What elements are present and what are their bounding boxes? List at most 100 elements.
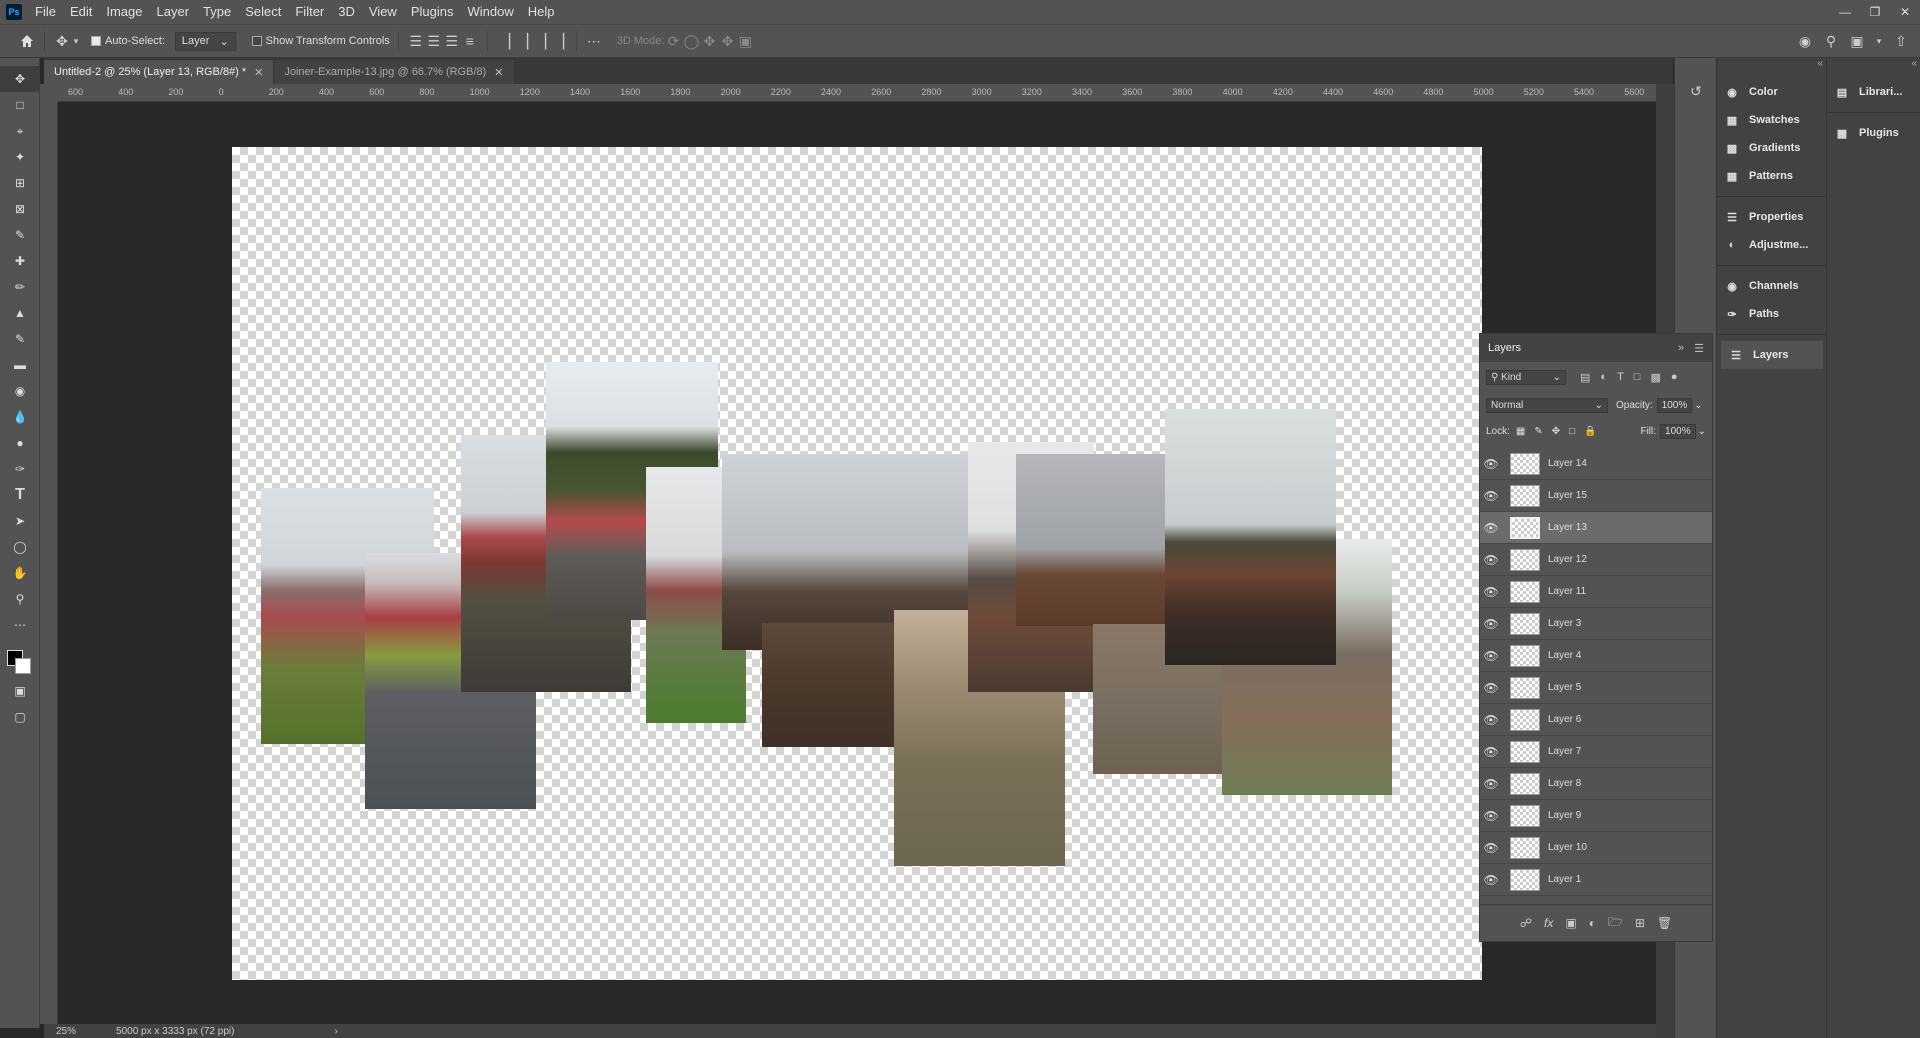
- tab-untitled-2[interactable]: Untitled-2 @ 25% (Layer 13, RGB/8#) * ✕: [44, 60, 274, 84]
- move-tool-icon[interactable]: ✥: [0, 66, 40, 92]
- menu-type[interactable]: Type: [196, 0, 238, 24]
- blur-tool-icon[interactable]: 💧: [0, 404, 40, 430]
- chevron-down-icon[interactable]: ▾: [71, 32, 81, 50]
- menu-filter[interactable]: Filter: [288, 0, 331, 24]
- eyedropper-tool-icon[interactable]: ✎: [0, 222, 40, 248]
- eraser-tool-icon[interactable]: ▬: [0, 352, 40, 378]
- delete-layer-icon[interactable]: 🗑: [1657, 916, 1672, 930]
- collapse-icon[interactable]: «: [1827, 58, 1920, 78]
- lock-pixels-icon[interactable]: ✎: [1534, 426, 1542, 437]
- layer-photo[interactable]: [1165, 409, 1336, 665]
- show-transform-checkbox[interactable]: Show Transform Controls: [251, 35, 390, 47]
- layer-row[interactable]: 👁 Layer 12: [1480, 544, 1712, 576]
- dodge-tool-icon[interactable]: ●: [0, 430, 40, 456]
- layer-row[interactable]: 👁 Layer 15: [1480, 480, 1712, 512]
- visibility-eye-icon[interactable]: 👁: [1480, 617, 1502, 631]
- magic-wand-tool-icon[interactable]: ✦: [0, 144, 40, 170]
- expand-icon[interactable]: »: [1678, 342, 1684, 355]
- layer-row[interactable]: 👁 Layer 4: [1480, 640, 1712, 672]
- filter-adjustment-icon[interactable]: ◐: [1600, 371, 1607, 384]
- layer-thumbnail[interactable]: [1510, 484, 1540, 507]
- slide-3d-icon[interactable]: ✥: [718, 32, 736, 50]
- menu-layer[interactable]: Layer: [150, 0, 197, 24]
- filter-smart-object-icon[interactable]: ▩: [1650, 371, 1660, 384]
- pen-tool-icon[interactable]: ✑: [0, 456, 40, 482]
- more-options-icon[interactable]: ⋯: [585, 32, 603, 50]
- brush-tool-icon[interactable]: ✏: [0, 274, 40, 300]
- layer-thumbnail[interactable]: [1510, 580, 1540, 603]
- panel-patterns[interactable]: ▦ Patterns: [1717, 162, 1827, 190]
- lock-artboard-icon[interactable]: □: [1569, 426, 1575, 437]
- layer-thumbnail[interactable]: [1510, 804, 1540, 827]
- layer-filter-dropdown[interactable]: ⚲ Kind ⌄: [1486, 369, 1566, 385]
- align-middle-icon[interactable]: ▕: [514, 32, 532, 50]
- filter-toggle-icon[interactable]: ●: [1671, 371, 1678, 384]
- layer-row[interactable]: 👁 Layer 8: [1480, 768, 1712, 800]
- history-brush-tool-icon[interactable]: ✎: [0, 326, 40, 352]
- layer-name[interactable]: Layer 9: [1548, 810, 1581, 821]
- layer-photo[interactable]: [1016, 454, 1166, 626]
- menu-view[interactable]: View: [362, 0, 404, 24]
- align-right-icon[interactable]: ☰: [443, 32, 461, 50]
- layer-row[interactable]: 👁 Layer 6: [1480, 704, 1712, 736]
- layer-row[interactable]: 👁 Layer 3: [1480, 608, 1712, 640]
- background-color-swatch[interactable]: [15, 658, 31, 674]
- menu-window[interactable]: Window: [460, 0, 520, 24]
- layer-name[interactable]: Layer 1: [1548, 874, 1581, 885]
- close-icon[interactable]: ✕: [254, 66, 263, 79]
- zoom-tool-icon[interactable]: ⚲: [0, 586, 40, 612]
- restore-icon[interactable]: ❐: [1860, 0, 1890, 24]
- marquee-tool-icon[interactable]: □: [0, 92, 40, 118]
- fill-input[interactable]: 100%: [1660, 423, 1696, 439]
- layer-row[interactable]: 👁 Layer 5: [1480, 672, 1712, 704]
- layer-row[interactable]: 👁 Layer 14: [1480, 448, 1712, 480]
- visibility-eye-icon[interactable]: 👁: [1480, 745, 1502, 759]
- panel-swatches[interactable]: ▦ Swatches: [1717, 106, 1827, 134]
- panel-properties[interactable]: ☰ Properties: [1717, 203, 1827, 231]
- layer-thumbnail[interactable]: [1510, 612, 1540, 635]
- layer-row[interactable]: 👁 Layer 9: [1480, 800, 1712, 832]
- fill-chevron-icon[interactable]: ⌄: [1698, 426, 1706, 437]
- learn-icon[interactable]: ◉: [1796, 32, 1814, 50]
- filter-pixel-icon[interactable]: ▤: [1580, 371, 1590, 384]
- link-layers-icon[interactable]: ☍: [1520, 916, 1532, 930]
- vertical-ruler[interactable]: [40, 102, 58, 1024]
- ellipse-tool-icon[interactable]: ◯: [0, 534, 40, 560]
- menu-help[interactable]: Help: [521, 0, 562, 24]
- share-icon[interactable]: ⇧: [1892, 32, 1910, 50]
- align-center-icon[interactable]: ☰: [425, 32, 443, 50]
- healing-brush-tool-icon[interactable]: ✚: [0, 248, 40, 274]
- collapse-icon[interactable]: «: [1717, 58, 1827, 78]
- align-bottom-icon[interactable]: ▕: [532, 32, 550, 50]
- layer-row[interactable]: 👁 Layer 7: [1480, 736, 1712, 768]
- filter-shape-icon[interactable]: □: [1634, 371, 1641, 384]
- menu-select[interactable]: Select: [238, 0, 288, 24]
- history-icon[interactable]: ↺: [1687, 82, 1705, 100]
- screen-mode-icon[interactable]: ▢: [0, 704, 40, 730]
- quick-mask-icon[interactable]: ▣: [0, 678, 40, 704]
- auto-select-dropdown[interactable]: Layer ⌄: [174, 31, 236, 51]
- layer-name[interactable]: Layer 4: [1548, 650, 1581, 661]
- layer-thumbnail[interactable]: [1510, 644, 1540, 667]
- layer-name[interactable]: Layer 11: [1548, 586, 1586, 597]
- opacity-input[interactable]: 100%: [1656, 397, 1693, 413]
- document-canvas[interactable]: [232, 147, 1482, 980]
- layer-row[interactable]: 👁 Layer 11: [1480, 576, 1712, 608]
- workspace-icon[interactable]: ▣: [1848, 32, 1866, 50]
- paint-bucket-tool-icon[interactable]: ◉: [0, 378, 40, 404]
- pan-3d-icon[interactable]: ✥: [700, 32, 718, 50]
- visibility-eye-icon[interactable]: 👁: [1480, 841, 1502, 855]
- panel-layers[interactable]: ☰ Layers: [1721, 341, 1823, 369]
- visibility-eye-icon[interactable]: 👁: [1480, 681, 1502, 695]
- new-layer-icon[interactable]: ⊞: [1635, 916, 1645, 930]
- layer-thumbnail[interactable]: [1510, 548, 1540, 571]
- visibility-eye-icon[interactable]: 👁: [1480, 457, 1502, 471]
- lock-all-icon[interactable]: 🔒: [1584, 426, 1596, 437]
- panel-adjustments[interactable]: ◐ Adjustme...: [1717, 231, 1827, 259]
- minimize-icon[interactable]: —: [1830, 0, 1860, 24]
- layer-name[interactable]: Layer 13: [1548, 522, 1587, 533]
- status-arrow-icon[interactable]: ›: [334, 1026, 337, 1037]
- visibility-eye-icon[interactable]: 👁: [1480, 713, 1502, 727]
- blend-mode-dropdown[interactable]: Normal ⌄: [1486, 397, 1608, 413]
- auto-select-checkbox[interactable]: Auto-Select:: [91, 35, 165, 47]
